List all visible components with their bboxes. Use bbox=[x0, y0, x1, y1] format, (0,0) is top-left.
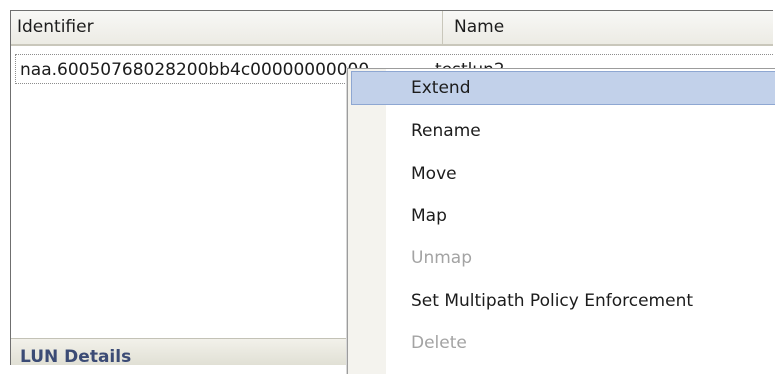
menu-item-move[interactable]: Move bbox=[351, 157, 775, 191]
menu-item-delete[interactable]: Delete bbox=[351, 326, 775, 360]
context-menu: Extend Rename Move Map Unmap Set Multipa… bbox=[347, 68, 775, 374]
lun-details-label: LUN Details bbox=[20, 347, 132, 365]
menu-item-set-multipath-policy-enforcement[interactable]: Set Multipath Policy Enforcement bbox=[351, 284, 775, 318]
table-header: Identifier Name bbox=[11, 11, 773, 46]
menu-item-extend[interactable]: Extend bbox=[351, 71, 775, 105]
column-header-name[interactable]: Name bbox=[443, 11, 773, 44]
menu-item-map[interactable]: Map bbox=[351, 199, 775, 233]
menu-item-rename[interactable]: Rename bbox=[351, 114, 775, 148]
column-header-identifier[interactable]: Identifier bbox=[11, 11, 443, 44]
menu-item-unmap[interactable]: Unmap bbox=[351, 241, 775, 275]
lun-details-header[interactable]: LUN Details bbox=[11, 338, 351, 365]
cell-identifier: naa.60050768028200bb4c00000000000 bbox=[20, 60, 370, 80]
